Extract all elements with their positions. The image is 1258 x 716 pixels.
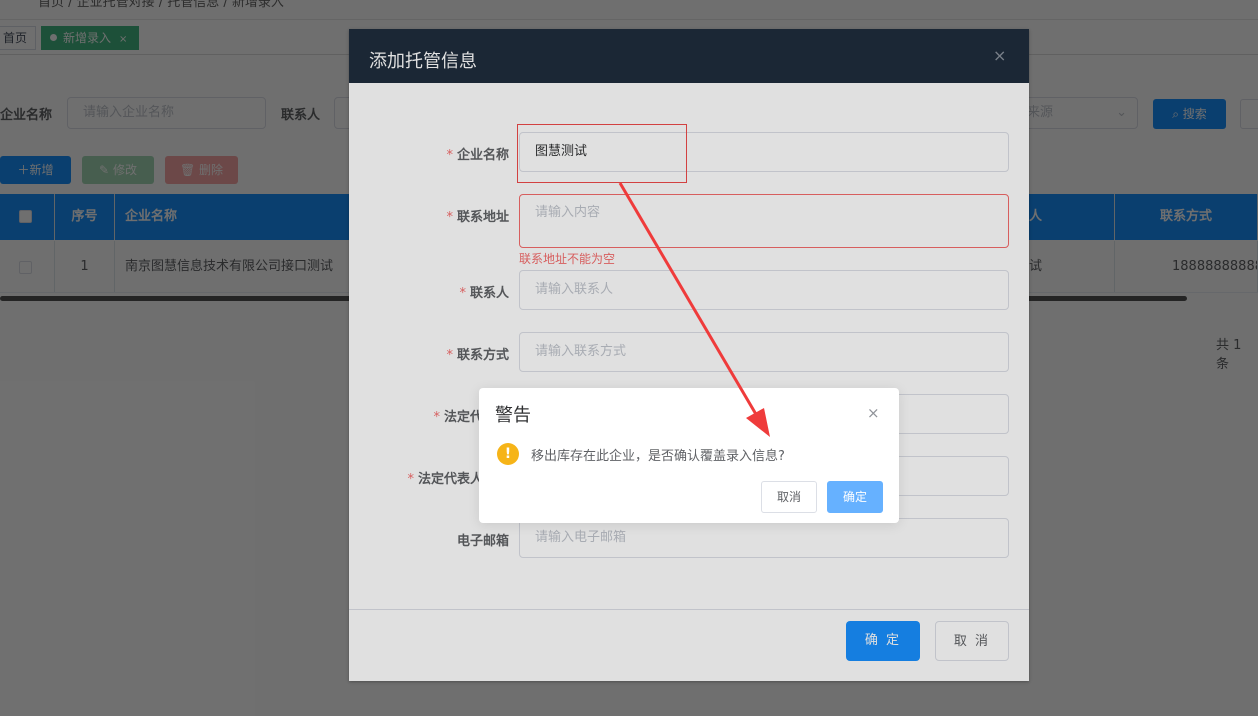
message-box-text: 移出库存在此企业，是否确认覆盖录入信息?	[531, 449, 785, 464]
warning-icon: !	[497, 443, 519, 465]
message-cancel-button[interactable]: 取消	[761, 481, 817, 513]
warning-message-box: 警告 × ! 移出库存在此企业，是否确认覆盖录入信息? 取消 确定	[479, 388, 899, 523]
message-box-overlay	[0, 0, 1258, 716]
message-confirm-button[interactable]: 确定	[827, 481, 883, 513]
message-box-title: 警告	[495, 405, 531, 426]
close-icon[interactable]: ×	[867, 404, 880, 422]
